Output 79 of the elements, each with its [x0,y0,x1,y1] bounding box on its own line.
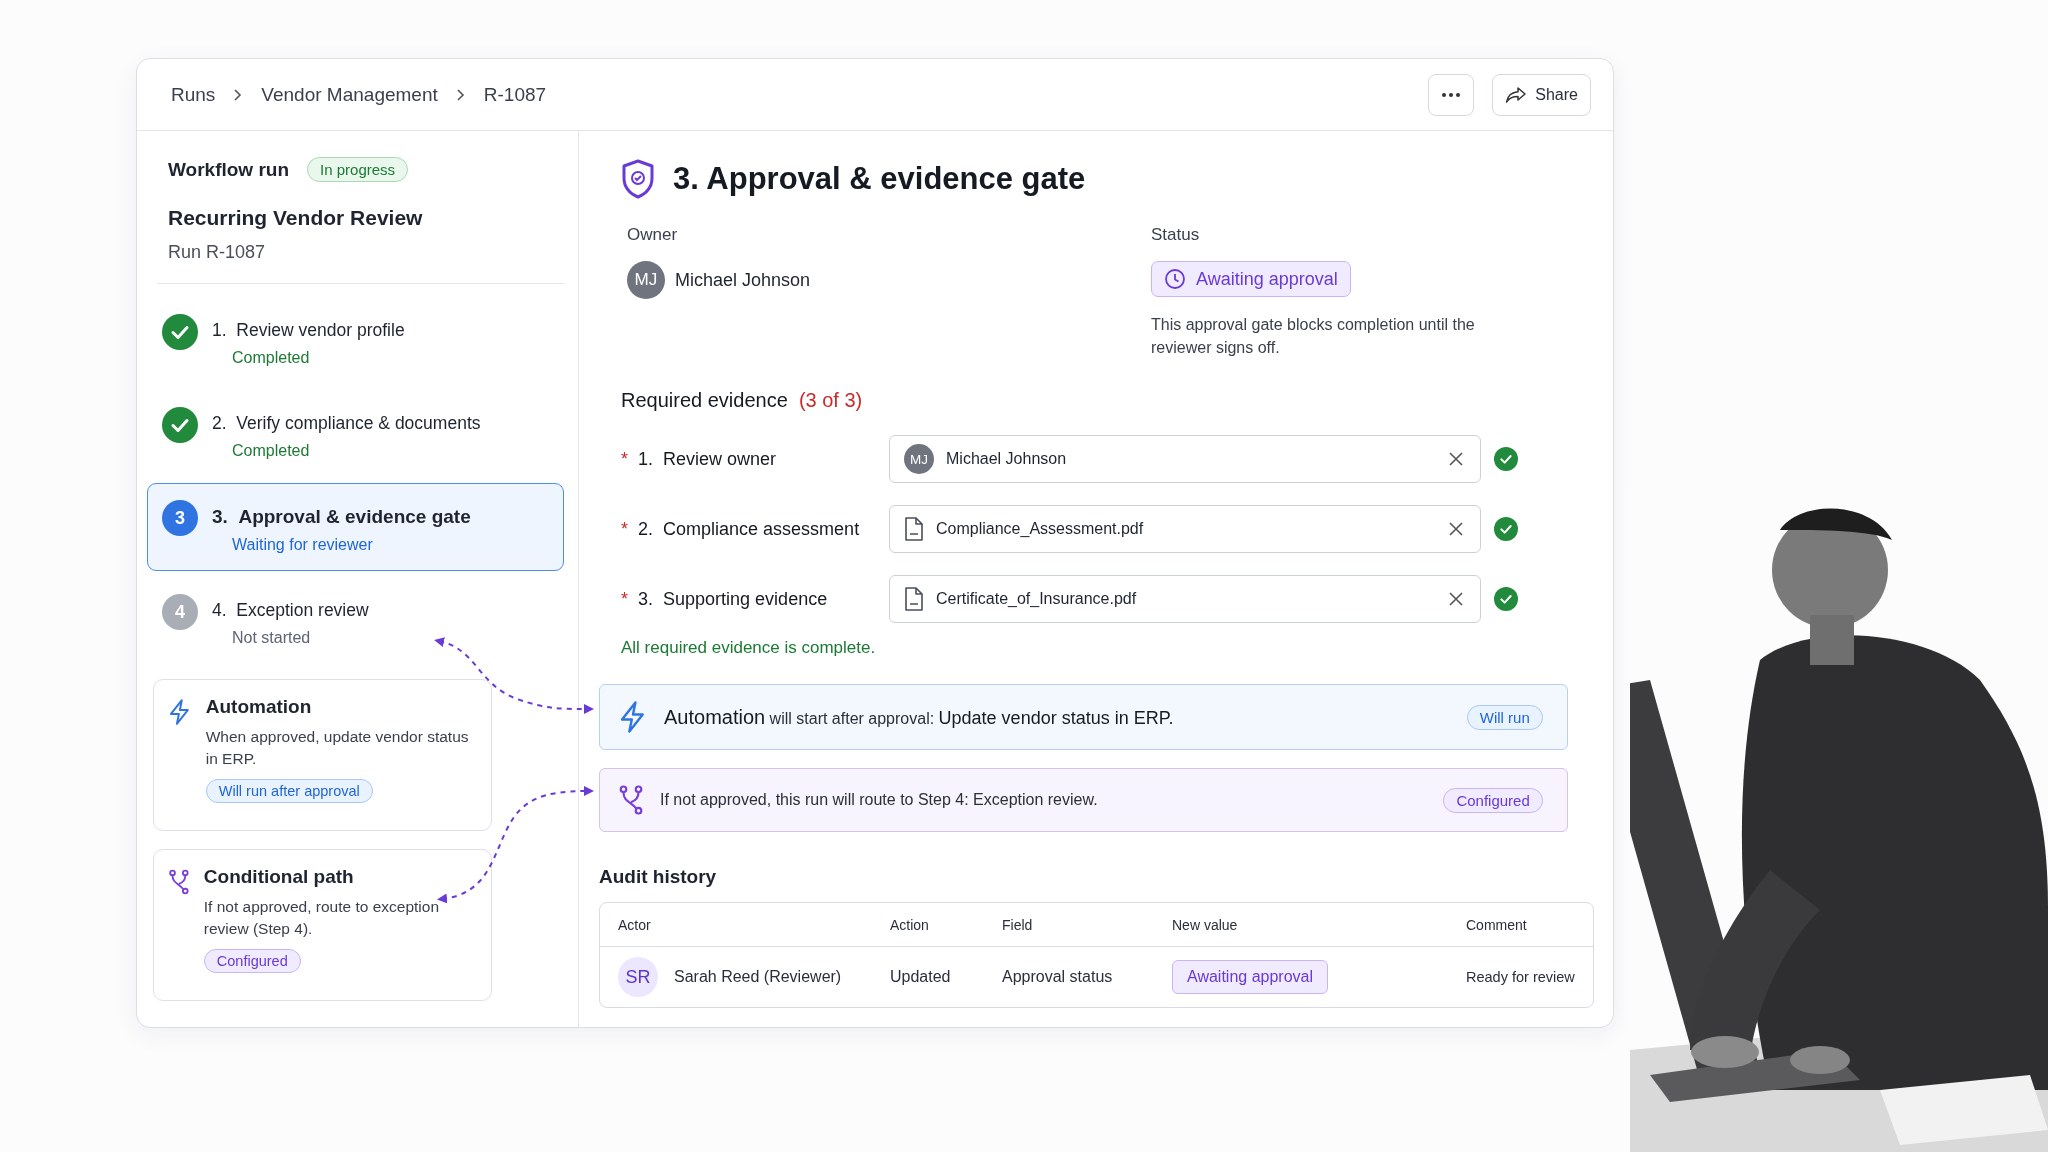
step-title: 4. Exception review [212,600,369,621]
step-item[interactable]: 2. Verify compliance & documents Completed [147,390,564,477]
column-header: Action [890,916,930,933]
lightning-icon [168,696,192,728]
field-label: Owner [627,225,678,245]
chevron-icon [455,87,466,102]
breadcrumb-link[interactable]: R-1087 [483,83,547,106]
column-header: New value [1172,916,1239,933]
completed-check-icon [162,407,198,443]
step-title: 1. Review vendor profile [212,320,405,341]
avatar: SR [618,957,658,998]
evidence-field[interactable]: Compliance_Assessment.pdf [889,505,1481,554]
card-text: When approved, update vendor status in ERP. [205,727,470,770]
tag: Will run [1466,704,1543,730]
evidence-label: 2. Compliance assessment [638,518,860,540]
table-cell-text: Updated [890,968,952,987]
tag: Configured [203,948,301,973]
run-id: Run R-1087 [168,242,267,263]
branch-icon [618,785,644,816]
step-item[interactable]: 4 4. Exception review Not started [147,577,564,664]
notice-text: Automation will start after approval: Update vendor status in ERP. [664,705,1175,729]
evidence-summary: All required evidence is complete. [621,638,877,659]
step-status: Completed [231,442,311,460]
tag: Configured [1443,787,1543,813]
more-icon [1441,91,1462,98]
avatar: MJ [627,261,665,299]
column-header: Comment [1466,916,1528,933]
close-icon [1448,451,1464,468]
shield-icon [621,159,655,199]
evidence-field[interactable]: MJ Michael Johnson [889,435,1481,484]
breadcrumb-link[interactable]: Vendor Management [261,83,438,106]
column-header: Field [1002,916,1034,933]
chevron-icon [233,87,244,102]
step-status: Completed [231,349,311,367]
breadcrumb-link[interactable]: Runs [171,83,216,106]
evidence-label: 1. Review owner [638,448,777,470]
field-label: Status [1151,225,1200,245]
column-header: Actor [618,916,652,933]
tag: Will run after approval [205,778,373,803]
required-mark: * [621,518,628,540]
section-heading: Required evidence [621,389,788,412]
status-badge: Awaiting approval [1172,960,1328,995]
close-icon [1448,521,1464,538]
card-title: Conditional path [203,866,354,888]
required-mark: * [621,448,628,470]
step-item[interactable]: 1. Review vendor profile Completed [147,297,564,384]
status-note: This approval gate blocks completion until the reviewer signs off. [1151,315,1476,359]
evidence-field[interactable]: Certificate_of_Insurance.pdf [889,575,1481,624]
notice-text: If not approved, this run will route to Step 4: Exception review. [660,791,1099,810]
step-number: 3 [162,500,198,536]
required-mark: * [621,588,628,610]
clock-icon [1164,268,1186,290]
share-icon [1505,85,1528,104]
completed-check-icon [162,314,198,350]
run-title: Recurring Vendor Review [168,206,424,230]
share-button[interactable]: Share [1492,73,1591,116]
step-status: Not started [231,629,312,647]
section-heading: Audit history [599,866,718,889]
step-status: Waiting for reviewer [231,536,374,554]
section-label: Workflow run [168,158,290,181]
table-cell-text: Approval status [1002,968,1114,987]
document-icon [904,587,924,612]
page-title: 3. Approval & evidence gate [673,161,1086,197]
document-icon [904,517,924,542]
step-title: 2. Verify compliance & documents [212,413,481,434]
step-number: 4 [162,594,198,630]
card-text: If not approved, route to exception review (Step 4). [203,897,441,940]
table-cell: Ready for review [1466,969,1575,986]
avatar: MJ [904,444,934,475]
evidence-count: (3 of 3) [798,389,863,412]
evidence-label: 3. Supporting evidence [638,588,828,610]
status-badge: Awaiting approval [1151,261,1351,297]
step-item[interactable]: 3 3. Approval & evidence gate Waiting for reviewer [147,483,564,571]
status-badge: In progress [307,157,409,182]
card-title: Automation [205,696,312,718]
step-title: 3. Approval & evidence gate [212,506,471,528]
close-icon [1448,591,1464,608]
owner-name: Michael Johnson [675,269,811,291]
table-cell: Sarah Reed (Reviewer) [674,968,842,987]
